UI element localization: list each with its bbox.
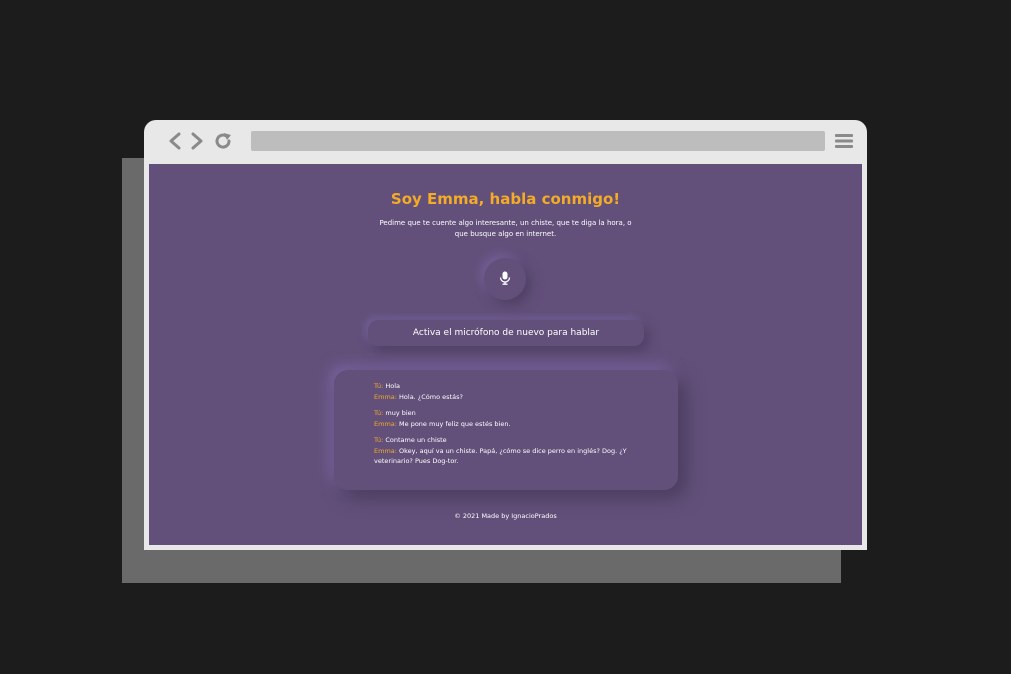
back-icon[interactable] xyxy=(164,130,186,152)
user-label: Tú: xyxy=(374,409,384,417)
bot-text: Okey, aquí va un chiste. Papá, ¿cómo se … xyxy=(374,446,627,466)
chat-exchange: Tú: Hola Emma: Hola. ¿Cómo estás? xyxy=(374,381,638,402)
bot-label: Emma: xyxy=(374,419,397,428)
bot-label: Emma: xyxy=(374,392,397,401)
browser-toolbar xyxy=(144,120,867,164)
bot-message: Emma: Me pone muy feliz que estés bien. xyxy=(374,419,638,430)
bot-message: Emma: Hola. ¿Cómo estás? xyxy=(374,392,638,403)
user-message: Tú: muy bien xyxy=(374,408,638,419)
chat-exchange: Tú: muy bien Emma: Me pone muy feliz que… xyxy=(374,408,638,429)
address-bar[interactable] xyxy=(251,131,825,151)
page-title: Soy Emma, habla conmigo! xyxy=(390,190,621,208)
page-footer: © 2021 Made by IgnacioPrados xyxy=(454,512,557,520)
user-message: Tú: Contame un chiste xyxy=(374,435,638,446)
menu-icon[interactable] xyxy=(834,132,854,150)
user-text: Contame un chiste xyxy=(385,436,447,444)
chat-exchange: Tú: Contame un chiste Emma: Okey, aquí v… xyxy=(374,435,638,467)
page-viewport: Soy Emma, habla conmigo! Pedime que te c… xyxy=(149,164,862,545)
bot-text: Me pone muy feliz que estés bien. xyxy=(399,419,511,428)
reload-icon[interactable] xyxy=(212,130,234,152)
forward-icon[interactable] xyxy=(186,130,208,152)
user-label: Tú: xyxy=(374,436,384,444)
chat-log: Tú: Hola Emma: Hola. ¿Cómo estás? Tú: mu… xyxy=(334,370,678,490)
user-message: Tú: Hola xyxy=(374,381,638,392)
page-subtitle: Pedime que te cuente algo interesante, u… xyxy=(379,219,632,238)
user-text: Hola xyxy=(385,382,401,390)
user-text: muy bien xyxy=(385,409,416,417)
bot-text: Hola. ¿Cómo estás? xyxy=(399,392,463,401)
browser-window: Soy Emma, habla conmigo! Pedime que te c… xyxy=(144,120,867,550)
user-label: Tú: xyxy=(374,382,384,390)
bot-message: Emma: Okey, aquí va un chiste. Papá, ¿có… xyxy=(374,446,638,467)
status-message: Activa el micrófono de nuevo para hablar xyxy=(368,320,644,346)
bot-label: Emma: xyxy=(374,446,397,455)
microphone-icon xyxy=(499,270,511,289)
microphone-button[interactable] xyxy=(484,258,526,300)
